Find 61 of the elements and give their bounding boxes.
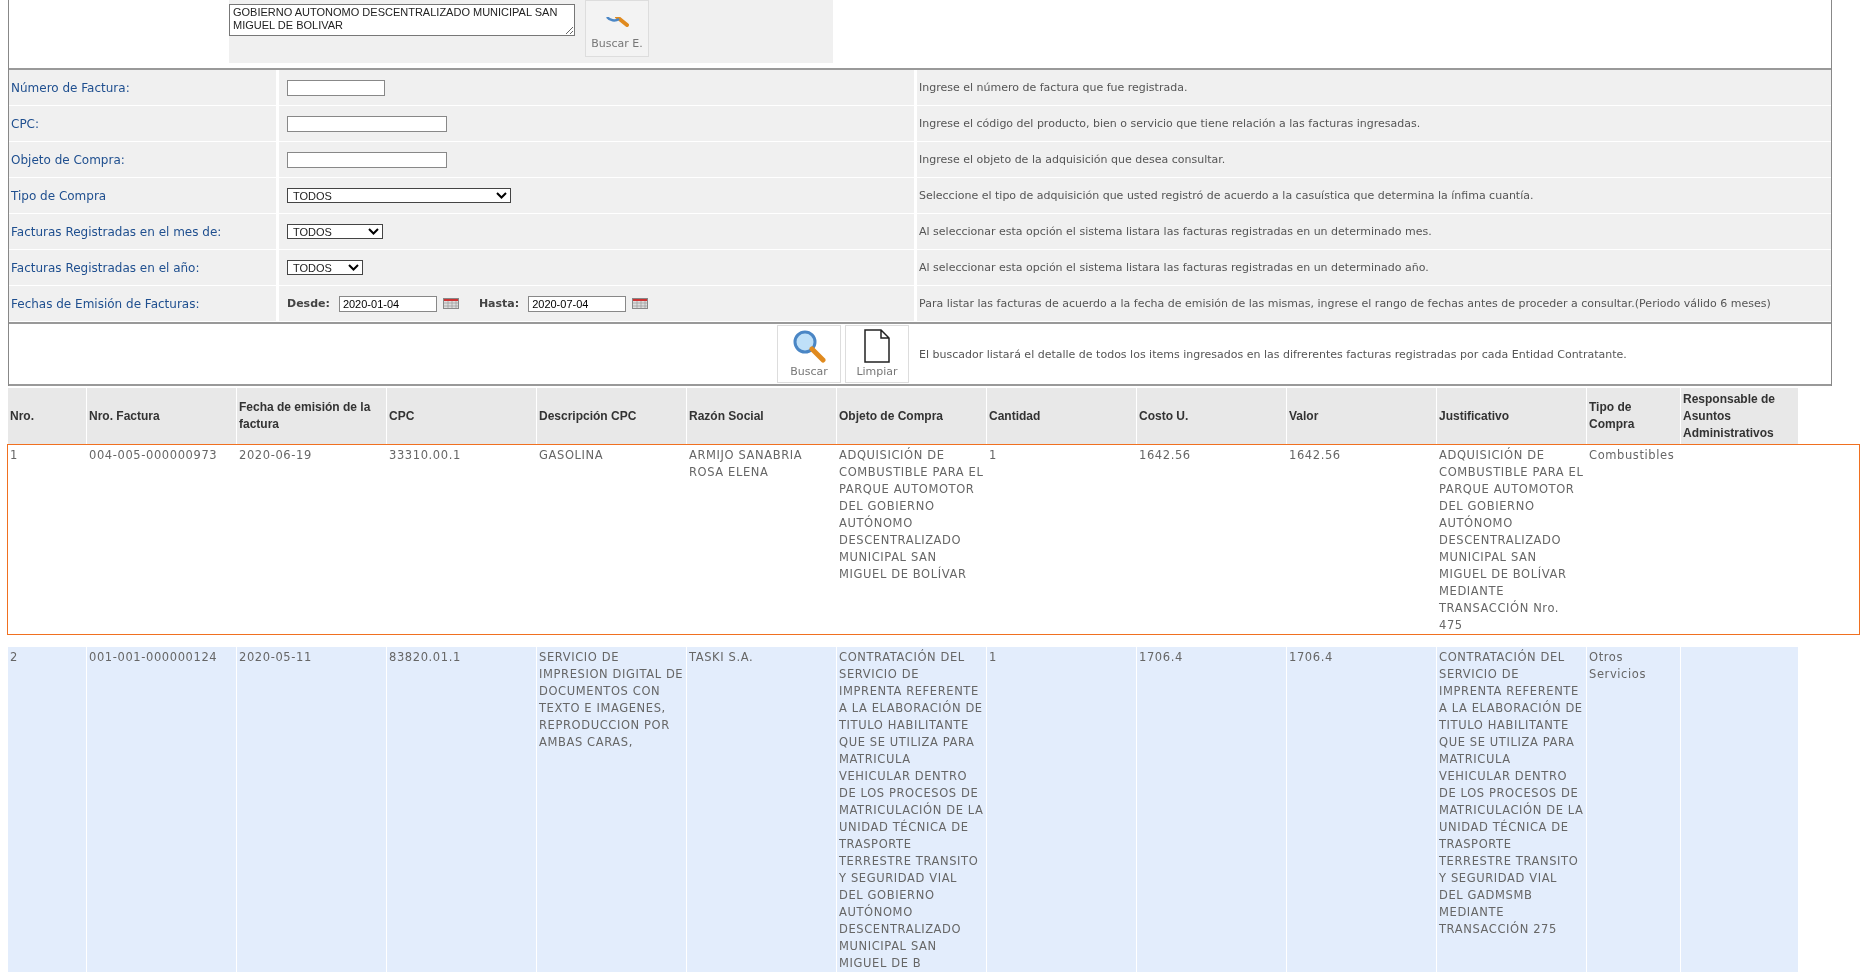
table-cell: Otros Servicios xyxy=(1587,647,1680,972)
help-text: Al seleccionar esta opción el sistema listara las facturas registradas en un determinado mes. xyxy=(919,224,1432,240)
input-field[interactable] xyxy=(287,151,447,168)
filter-label: Facturas Registradas en el año: xyxy=(11,260,200,275)
chevron-down-icon xyxy=(348,264,359,271)
filter-label: Número de Factura: xyxy=(11,80,130,95)
table-cell: 2020-05-11 xyxy=(237,647,386,972)
input-field[interactable] xyxy=(287,115,447,132)
column-header: Descripción CPC xyxy=(537,388,686,444)
dropdown[interactable]: TODOS xyxy=(287,224,383,239)
input-field[interactable] xyxy=(287,79,385,96)
search-button[interactable]: Buscar xyxy=(777,325,841,383)
help-text: El buscador listará el detalle de todos los items ingresados en las difrerentes facturas registradas por cada Entidad Contratante. xyxy=(919,346,1627,363)
calendar-icon[interactable] xyxy=(632,298,649,309)
column-header: Tipo de Compra xyxy=(1587,388,1680,444)
help-text: Al seleccionar esta opción el sistema listara las facturas registradas en un determinado año. xyxy=(919,260,1429,276)
table-cell: 001-001-000000124 xyxy=(87,647,236,972)
blank-page-icon xyxy=(864,329,890,363)
column-header: Razón Social xyxy=(687,388,836,444)
table-cell: 1706.4 xyxy=(1137,647,1286,972)
column-header: Valor xyxy=(1287,388,1436,444)
filter-label: Objeto de Compra: xyxy=(11,152,125,167)
clear-button[interactable]: Limpiar xyxy=(845,325,909,383)
table-cell: TASKI S.A. xyxy=(687,647,836,972)
calendar-icon[interactable] xyxy=(442,298,459,309)
table-cell: SERVICIO DE IMPRESION DIGITAL DE DOCUMENTOS CON TEXTO E IMAGENES, REPRODUCCION POR AMBAS CARAS, xyxy=(537,647,686,972)
filter-label: Tipo de Compra xyxy=(11,188,107,203)
table-cell: 83820.01.1 xyxy=(387,647,536,972)
help-text: Para listar las facturas de acuerdo a la fecha de emisión de las mismas, ingrese el rango de fechas antes de proceder a consultar.(Periodo válido 6 meses) xyxy=(919,296,1771,312)
date-field[interactable]: 2020-01-04 xyxy=(338,295,437,312)
help-text: Ingrese el código del producto, bien o servicio que tiene relación a las facturas ingresadas. xyxy=(919,116,1421,132)
column-header: Justificativo xyxy=(1437,388,1586,444)
to-label: Hasta: xyxy=(478,297,520,310)
help-text: Ingrese el número de factura que fue registrada. xyxy=(919,80,1188,96)
table-cell: CONTRATACIÓN DEL SERVICIO DE IMPRENTA REFERENTE A LA ELABORACIÓN DE TITULO HABILITANTE QUE SE UTILIZA PARA MATRICULA VEHICULAR DENTRO DE LOS PROCESOS DE MATRICULACIÓN DE LA UNIDAD TÉCNICA DE TRASPORTE TERRESTRE TRANSITO Y SEGURIDAD VIAL DEL GOBIERNO AUTÓNOMO DESCENTRALIZADO MUNICIPAL SAN MIGUEL DE B xyxy=(837,647,986,972)
table-cell: 2 xyxy=(8,647,86,972)
table-row[interactable] xyxy=(7,444,1860,635)
column-header: Responsable de Asuntos Administrativos xyxy=(1681,388,1798,444)
column-header: Nro. Factura xyxy=(87,388,236,444)
table-cell: 1706.4 xyxy=(1287,647,1436,972)
column-header: Nro. xyxy=(8,388,86,444)
table-cell: 1 xyxy=(987,647,1136,972)
column-header: Cantidad xyxy=(987,388,1136,444)
from-label: Desde: xyxy=(287,297,330,310)
filter-label: Facturas Registradas en el mes de: xyxy=(11,224,222,239)
entity-field[interactable]: GOBIERNO AUTONOMO DESCENTRALIZADO MUNICIPAL SAN MIGUEL DE BOLIVAR xyxy=(229,4,575,36)
dropdown[interactable]: TODOS xyxy=(287,188,511,203)
date-field[interactable]: 2020-07-04 xyxy=(528,295,627,312)
dropdown[interactable]: TODOS xyxy=(287,260,363,275)
filter-label: Fechas de Emisión de Facturas: xyxy=(11,296,200,311)
column-header: Costo U. xyxy=(1137,388,1286,444)
column-header: Objeto de Compra xyxy=(837,388,986,444)
chevron-down-icon xyxy=(496,192,507,199)
help-text: Ingrese el objeto de la adquisición que desea consultar. xyxy=(919,152,1226,168)
column-header: CPC xyxy=(387,388,536,444)
filter-label: CPC: xyxy=(11,116,40,131)
search-entity-button[interactable]: Buscar E. xyxy=(585,0,649,57)
chevron-down-icon xyxy=(368,228,379,235)
column-header: Fecha de emisión de la factura xyxy=(237,388,386,444)
help-text: Seleccione el tipo de adquisición que usted registró de acuerdo a la casuística que determina la ínfima cuantía. xyxy=(919,188,1534,204)
table-cell: CONTRATACIÓN DEL SERVICIO DE IMPRENTA REFERENTE A LA ELABORACIÓN DE TITULO HABILITANTE QUE SE UTILIZA PARA MATRICULA VEHICULAR DENTRO DE LOS PROCESOS DE MATRICULACIÓN DE LA UNIDAD TÉCNICA DE TRASPORTE TERRESTRE TRANSITO Y SEGURIDAD VIAL DEL GADMSMB MEDIANTE TRANSACCIÓN 275 xyxy=(1437,647,1586,972)
